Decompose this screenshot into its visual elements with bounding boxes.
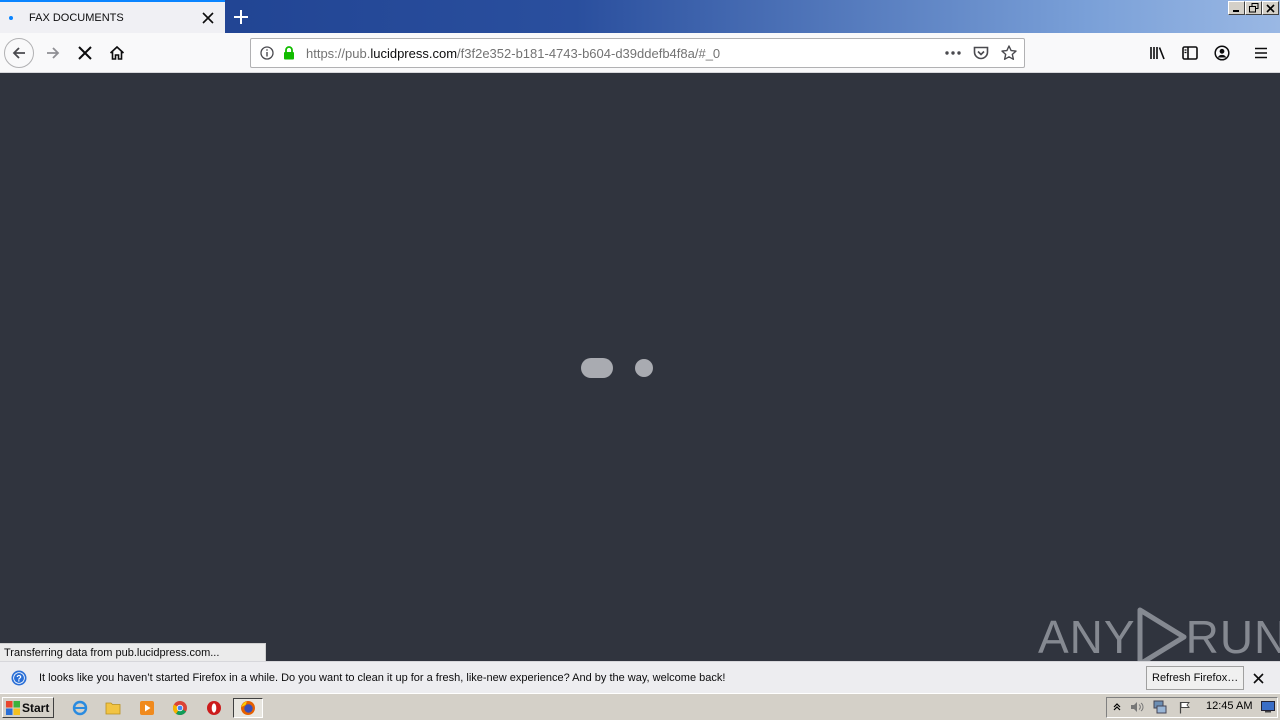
tab-fax-documents[interactable]: FAX DOCUMENTS	[0, 0, 225, 33]
opera-icon[interactable]	[204, 698, 224, 718]
account-button[interactable]	[1207, 38, 1237, 68]
url-prefix: https://pub.	[306, 45, 371, 61]
close-window-icon[interactable]	[1262, 1, 1279, 15]
start-label: Start	[22, 700, 50, 715]
action-center-flag-icon[interactable]	[1178, 700, 1192, 714]
close-notification-icon[interactable]	[1249, 669, 1267, 687]
loading-spinner-dot	[581, 358, 613, 378]
page-content	[0, 74, 1280, 661]
navigation-toolbar: https://pub.lucidpress.com/f3f2e352-b181…	[0, 33, 1280, 73]
watermark-text-right: RUN	[1185, 611, 1280, 663]
secure-lock-icon[interactable]	[278, 42, 300, 64]
library-button[interactable]	[1143, 38, 1173, 68]
network-icon[interactable]	[1153, 700, 1167, 714]
restore-window-icon[interactable]	[1245, 1, 1262, 15]
windows-logo-icon	[6, 700, 20, 715]
show-desktop-icon[interactable]	[1261, 700, 1275, 714]
close-tab-icon[interactable]	[199, 9, 217, 27]
notification-message: It looks like you haven’t started Firefo…	[39, 671, 726, 684]
loading-indicator-icon	[9, 15, 13, 20]
loading-spinner-dot	[635, 359, 653, 377]
url-path: /f3f2e352-b181-4743-b604-d39ddefb4f8a/#_…	[457, 45, 721, 61]
new-tab-icon[interactable]	[229, 5, 253, 29]
home-button[interactable]	[102, 38, 132, 68]
tab-strip: FAX DOCUMENTS	[0, 0, 1280, 33]
back-button[interactable]	[4, 38, 34, 68]
url-text[interactable]: https://pub.lucidpress.com/f3f2e352-b181…	[306, 46, 720, 61]
start-button[interactable]: Start	[2, 697, 54, 718]
media-player-icon[interactable]	[137, 698, 157, 718]
volume-icon[interactable]	[1130, 700, 1144, 714]
status-bar: Transferring data from pub.lucidpress.co…	[0, 643, 267, 661]
show-hidden-icons-icon[interactable]	[1110, 700, 1124, 714]
file-explorer-icon[interactable]	[103, 698, 123, 718]
tab-title: FAX DOCUMENTS	[29, 11, 124, 24]
pocket-icon[interactable]	[970, 42, 992, 64]
stop-loading-button[interactable]	[70, 38, 100, 68]
watermark-text-left: ANY	[1038, 611, 1136, 663]
minimize-window-icon[interactable]	[1228, 1, 1245, 15]
chrome-icon[interactable]	[170, 698, 190, 718]
refresh-firefox-button[interactable]: Refresh Firefox…	[1146, 666, 1245, 690]
question-icon: ?	[11, 670, 27, 685]
play-triangle-icon	[1137, 607, 1187, 667]
page-actions-icon[interactable]	[942, 42, 964, 64]
page-info-icon[interactable]	[256, 42, 278, 64]
forward-button[interactable]	[38, 38, 68, 68]
bookmark-star-icon[interactable]	[998, 42, 1020, 64]
clock[interactable]: 12:45 AM	[1206, 700, 1252, 712]
svg-text:?: ?	[16, 673, 22, 683]
internet-explorer-icon[interactable]	[70, 698, 90, 718]
taskbar: Start 12:45 AM	[0, 693, 1280, 720]
url-host: lucidpress.com	[370, 45, 458, 61]
anyrun-watermark: ANY RUN	[1038, 606, 1280, 668]
hamburger-menu-button[interactable]	[1246, 38, 1276, 68]
firefox-icon[interactable]	[233, 698, 263, 718]
url-bar[interactable]: https://pub.lucidpress.com/f3f2e352-b181…	[250, 38, 1025, 68]
notification-bar: ? It looks like you haven’t started Fire…	[0, 661, 1280, 693]
sidebar-toggle-button[interactable]	[1175, 38, 1205, 68]
